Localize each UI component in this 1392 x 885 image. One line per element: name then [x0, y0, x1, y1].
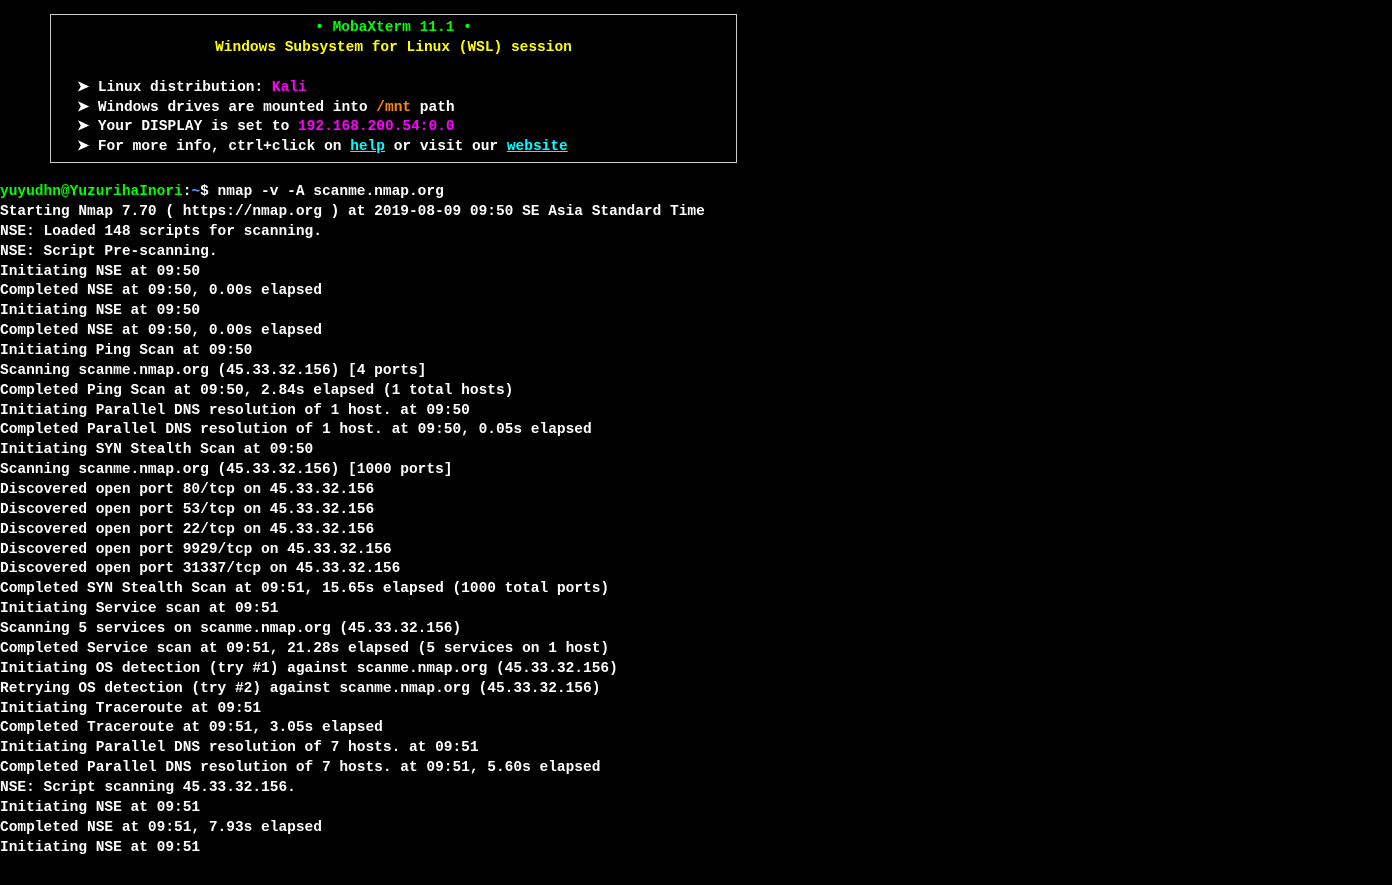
prompt-path: ~	[191, 184, 200, 200]
bullet-icon: ➤ Windows drives are mounted into	[77, 100, 376, 116]
output-line: Discovered open port 31337/tcp on 45.33.…	[0, 560, 1392, 580]
distro-name: Kali	[272, 80, 307, 96]
command-output: Starting Nmap 7.70 ( https://nmap.org ) …	[0, 203, 1392, 858]
output-line: Completed Ping Scan at 09:50, 2.84s elap…	[0, 382, 1392, 402]
banner-item-drives: ➤ Windows drives are mounted into /mnt p…	[61, 99, 726, 119]
bullet-icon: ➤ For more info, ctrl+click on	[77, 139, 350, 155]
prompt-userhost: yuyudhn@YuzurihaInori	[0, 184, 183, 200]
banner-item-distro: ➤ Linux distribution: Kali	[61, 79, 726, 99]
banner-item-display: ➤ Your DISPLAY is set to 192.168.200.54:…	[61, 118, 726, 138]
command-text: nmap -v -A scanme.nmap.org	[209, 184, 444, 200]
output-line: Scanning scanme.nmap.org (45.33.32.156) …	[0, 461, 1392, 481]
output-line: Completed SYN Stealth Scan at 09:51, 15.…	[0, 580, 1392, 600]
output-line: Completed Traceroute at 09:51, 3.05s ela…	[0, 719, 1392, 739]
banner-title: • MobaXterm 11.1 •	[61, 19, 726, 39]
output-line: NSE: Script scanning 45.33.32.156.	[0, 779, 1392, 799]
display-value: 192.168.200.54:0.0	[298, 119, 455, 135]
output-line: Scanning scanme.nmap.org (45.33.32.156) …	[0, 362, 1392, 382]
terminal-window[interactable]: • MobaXterm 11.1 • Windows Subsystem for…	[0, 14, 1392, 858]
output-line: Initiating SYN Stealth Scan at 09:50	[0, 441, 1392, 461]
banner-suffix: path	[411, 100, 455, 116]
output-line: Discovered open port 80/tcp on 45.33.32.…	[0, 481, 1392, 501]
website-link[interactable]: website	[507, 139, 568, 155]
output-line: Initiating NSE at 09:50	[0, 302, 1392, 322]
output-line: Initiating Ping Scan at 09:50	[0, 342, 1392, 362]
output-line: NSE: Loaded 148 scripts for scanning.	[0, 223, 1392, 243]
banner-item-info: ➤ For more info, ctrl+click on help or v…	[61, 138, 726, 158]
output-line: Discovered open port 9929/tcp on 45.33.3…	[0, 541, 1392, 561]
command-prompt-line[interactable]: yuyudhn@YuzurihaInori:~$ nmap -v -A scan…	[0, 183, 1392, 203]
output-line: Initiating Service scan at 09:51	[0, 600, 1392, 620]
output-line: Initiating NSE at 09:50	[0, 263, 1392, 283]
output-line: Completed NSE at 09:50, 0.00s elapsed	[0, 322, 1392, 342]
output-line: Initiating Parallel DNS resolution of 7 …	[0, 739, 1392, 759]
output-line: Retrying OS detection (try #2) against s…	[0, 680, 1392, 700]
output-line: Initiating OS detection (try #1) against…	[0, 660, 1392, 680]
output-line: Initiating NSE at 09:51	[0, 799, 1392, 819]
output-line: NSE: Script Pre-scanning.	[0, 243, 1392, 263]
help-link[interactable]: help	[350, 139, 385, 155]
banner-mid: or visit our	[385, 139, 507, 155]
output-line: Completed Service scan at 09:51, 21.28s …	[0, 640, 1392, 660]
mount-path: /mnt	[376, 100, 411, 116]
bullet-icon: ➤ Linux distribution:	[77, 80, 272, 96]
output-line: Completed Parallel DNS resolution of 1 h…	[0, 421, 1392, 441]
output-line: Discovered open port 22/tcp on 45.33.32.…	[0, 521, 1392, 541]
output-line: Scanning 5 services on scanme.nmap.org (…	[0, 620, 1392, 640]
mobaxterm-banner: • MobaXterm 11.1 • Windows Subsystem for…	[50, 14, 737, 163]
prompt-dollar: $	[200, 184, 209, 200]
output-line: Initiating NSE at 09:51	[0, 839, 1392, 859]
output-line: Initiating Traceroute at 09:51	[0, 700, 1392, 720]
output-line: Completed NSE at 09:51, 7.93s elapsed	[0, 819, 1392, 839]
banner-subtitle: Windows Subsystem for Linux (WSL) sessio…	[61, 39, 726, 59]
output-line: Initiating Parallel DNS resolution of 1 …	[0, 402, 1392, 422]
output-line: Completed NSE at 09:50, 0.00s elapsed	[0, 282, 1392, 302]
output-line: Starting Nmap 7.70 ( https://nmap.org ) …	[0, 203, 1392, 223]
output-line: Completed Parallel DNS resolution of 7 h…	[0, 759, 1392, 779]
output-line: Discovered open port 53/tcp on 45.33.32.…	[0, 501, 1392, 521]
banner-spacer	[61, 59, 726, 79]
bullet-icon: ➤ Your DISPLAY is set to	[77, 119, 298, 135]
